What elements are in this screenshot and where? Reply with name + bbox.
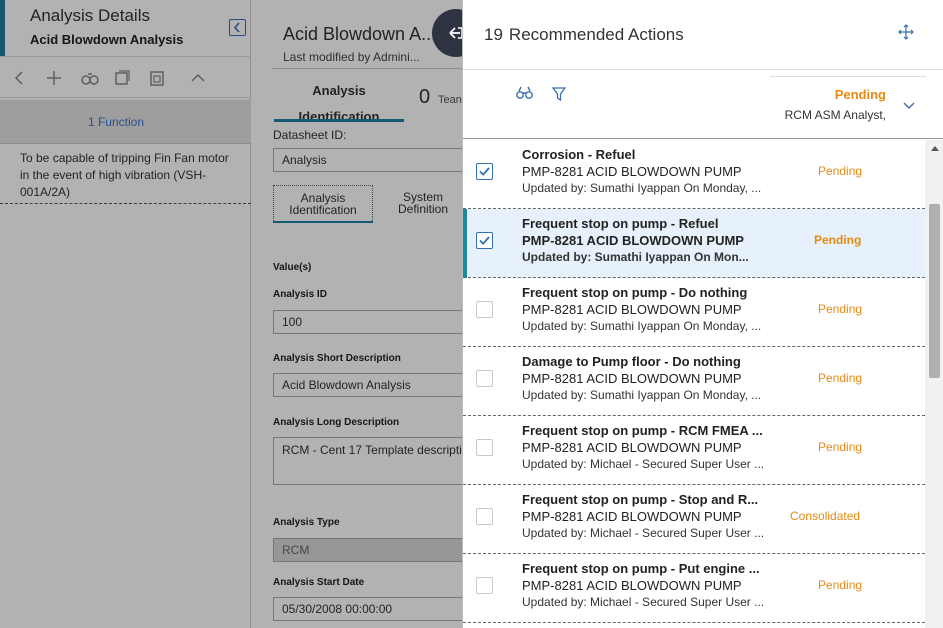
- list-scrollbar[interactable]: [925, 140, 943, 628]
- action-updated: Updated by: Sumathi Iyappan On Monday, .…: [522, 388, 762, 402]
- list-item[interactable]: Frequent stop on pump - RCM FMEA ... PMP…: [463, 416, 925, 485]
- action-asset: PMP-8281 ACID BLOWDOWN PUMP: [522, 578, 742, 593]
- list-item[interactable]: Frequent stop on pump - Put engine ... P…: [463, 554, 925, 623]
- status-badge: Pending: [818, 578, 863, 592]
- selection-indicator: [463, 209, 467, 278]
- chevron-down-icon: [902, 98, 916, 116]
- action-asset: PMP-8281 ACID BLOWDOWN PUMP: [522, 302, 742, 317]
- action-title: Corrosion - Refuel: [522, 147, 636, 162]
- action-updated: Updated by: Sumathi Iyappan On Monday, .…: [522, 181, 762, 195]
- action-title: Frequent stop on pump - Put engine ...: [522, 561, 760, 576]
- row-checkbox[interactable]: [476, 577, 493, 594]
- scroll-thumb[interactable]: [929, 204, 940, 378]
- action-asset: PMP-8281 ACID BLOWDOWN PUMP: [522, 164, 742, 179]
- action-updated: Updated by: Michael - Secured Super User…: [522, 526, 765, 540]
- action-title: Frequent stop on pump - Refuel: [522, 216, 719, 231]
- row-checkbox[interactable]: [476, 439, 493, 456]
- row-checkbox[interactable]: [476, 508, 493, 525]
- action-updated: Updated by: Sumathi Iyappan On Monday, .…: [522, 319, 762, 333]
- list-item[interactable]: Damage to Pump floor - Do nothing PMP-82…: [463, 347, 925, 416]
- status-badge: Pending: [818, 371, 863, 385]
- status-badge: Pending: [818, 164, 863, 178]
- drawer-header: 19 Recommended Actions: [463, 0, 943, 70]
- recommended-actions-list: Corrosion - Refuel PMP-8281 ACID BLOWDOW…: [463, 140, 925, 628]
- filter-role: RCM ASM Analyst,: [784, 108, 886, 122]
- drawer-title: 19 Recommended Actions: [484, 25, 684, 45]
- row-checkbox[interactable]: [476, 301, 493, 318]
- status-badge: Pending: [814, 233, 862, 247]
- list-item[interactable]: Frequent stop on pump - Refuel PMP-8281 …: [463, 209, 925, 278]
- list-item[interactable]: Frequent stop on pump - Stop and R... PM…: [463, 485, 925, 554]
- row-checkbox[interactable]: [476, 163, 493, 180]
- drawer-title-text: Recommended Actions: [508, 25, 684, 44]
- checkmark-icon: [479, 236, 490, 245]
- action-updated: Updated by: Michael - Secured Super User…: [522, 457, 765, 471]
- move-icon[interactable]: [898, 24, 914, 40]
- action-updated: Updated by: Michael - Secured Super User…: [522, 595, 765, 609]
- checkmark-icon: [479, 167, 490, 176]
- list-item[interactable]: Frequent stop on pump - Do nothing PMP-8…: [463, 278, 925, 347]
- action-title: Frequent stop on pump - RCM FMEA ...: [522, 423, 763, 438]
- action-title: Damage to Pump floor - Do nothing: [522, 354, 741, 369]
- action-asset: PMP-8281 ACID BLOWDOWN PUMP: [522, 440, 742, 455]
- recommended-actions-drawer: 19 Recommended Actions Pending RCM ASM An…: [462, 0, 943, 628]
- action-title: Frequent stop on pump - Do nothing: [522, 285, 748, 300]
- filter-icon[interactable]: [551, 87, 567, 106]
- row-checkbox[interactable]: [476, 232, 493, 249]
- action-updated: Updated by: Sumathi Iyappan On Mon...: [522, 250, 749, 264]
- filter-bar: Pending RCM ASM Analyst,: [463, 71, 943, 139]
- status-badge: Pending: [818, 302, 863, 316]
- status-badge: Pending: [818, 440, 863, 454]
- scroll-up-icon[interactable]: [931, 146, 939, 151]
- binoculars-icon[interactable]: [516, 86, 533, 105]
- status-badge: Consolidated: [790, 509, 861, 523]
- action-asset: PMP-8281 ACID BLOWDOWN PUMP: [522, 509, 742, 524]
- status-filter-dropdown[interactable]: Pending RCM ASM Analyst,: [770, 76, 926, 132]
- modal-overlay[interactable]: [0, 0, 462, 628]
- action-asset: PMP-8281 ACID BLOWDOWN PUMP: [522, 371, 742, 386]
- list-item[interactable]: Corrosion - Refuel PMP-8281 ACID BLOWDOW…: [463, 140, 925, 209]
- row-checkbox[interactable]: [476, 370, 493, 387]
- action-asset: PMP-8281 ACID BLOWDOWN PUMP: [522, 233, 744, 248]
- action-title: Frequent stop on pump - Stop and R...: [522, 492, 759, 507]
- actions-count: 19: [484, 25, 503, 44]
- filter-status: Pending: [834, 87, 886, 102]
